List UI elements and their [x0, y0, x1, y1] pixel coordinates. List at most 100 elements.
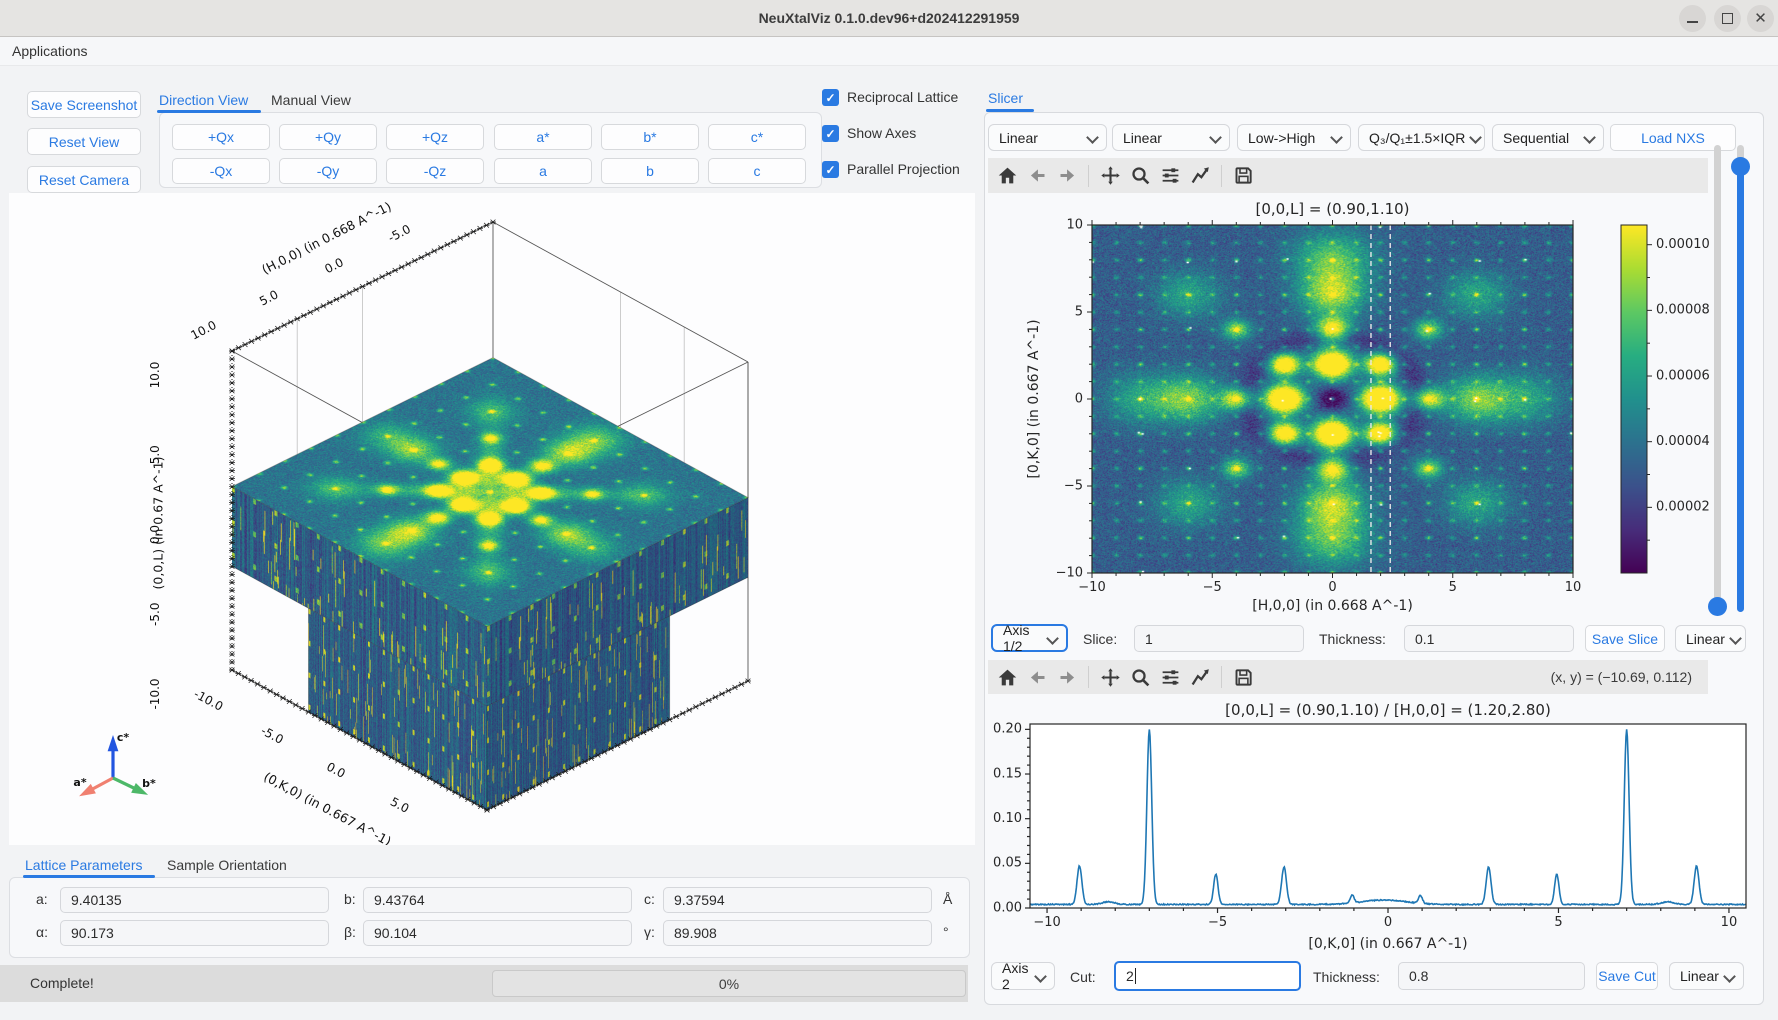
chevron-down-icon	[1583, 131, 1596, 144]
home-icon[interactable]	[992, 664, 1022, 690]
view-tab-underline	[157, 110, 261, 113]
direction-button-astar[interactable]: a*	[494, 124, 592, 150]
direction-button-minusQx[interactable]: -Qx	[172, 158, 270, 184]
checkbox-reciprocal-lattice[interactable]: ✓	[822, 89, 839, 106]
slice-scale-select[interactable]: Linear	[1675, 625, 1746, 652]
color-min-slider-track[interactable]	[1714, 145, 1721, 612]
toolbar-separator	[1221, 165, 1222, 187]
lattice-3d-viewport[interactable]	[9, 193, 975, 845]
colormap-select[interactable]: Sequential	[1492, 124, 1604, 151]
customize-icon[interactable]	[1185, 163, 1215, 189]
pan-icon[interactable]	[1095, 664, 1125, 690]
cut-scale-select[interactable]: Linear	[1669, 962, 1744, 990]
tab-slicer[interactable]: Slicer	[988, 90, 1023, 106]
chevron-down-icon	[1086, 131, 1099, 144]
lattice-param-label: β:	[344, 924, 356, 940]
back-icon[interactable]	[1022, 163, 1052, 189]
direction-button-bstar[interactable]: b*	[601, 124, 699, 150]
tab-sample-orientation[interactable]: Sample Orientation	[167, 857, 287, 873]
lattice-param-label: c:	[644, 891, 655, 907]
lattice-param-input[interactable]: 9.40135	[60, 887, 329, 913]
chevron-down-icon	[1469, 131, 1482, 144]
chevron-down-icon	[1723, 970, 1736, 983]
zoom-icon[interactable]	[1125, 664, 1155, 690]
cut-thickness-input[interactable]: 0.8	[1398, 962, 1585, 990]
tab-manual-view[interactable]: Manual View	[271, 92, 351, 108]
checkbox-label: Show Axes	[847, 125, 916, 141]
chevron-down-icon	[1046, 632, 1059, 645]
save-screenshot-button[interactable]: Save Screenshot	[27, 91, 141, 118]
titlebar: NeuXtalViz 0.1.0.dev96+d202412291959 ✕	[0, 0, 1778, 37]
forward-icon[interactable]	[1052, 163, 1082, 189]
tab-direction-view[interactable]: Direction View	[159, 92, 248, 108]
checkbox-show-axes[interactable]: ✓	[822, 125, 839, 142]
direction-button-minusQy[interactable]: -Qy	[279, 158, 377, 184]
lattice-param-label: b:	[344, 891, 356, 907]
slice-thickness-input[interactable]: 0.1	[1404, 625, 1574, 652]
home-icon[interactable]	[992, 163, 1022, 189]
lattice-unit-label: °	[943, 924, 949, 940]
direction-button-plusQz[interactable]: +Qz	[386, 124, 484, 150]
cut-axis-select[interactable]: Axis 2	[991, 962, 1055, 990]
maximize-button[interactable]	[1714, 5, 1741, 32]
tab-lattice-parameters[interactable]: Lattice Parameters	[25, 857, 143, 873]
save-icon[interactable]	[1228, 163, 1258, 189]
pan-icon[interactable]	[1095, 163, 1125, 189]
status-bar: Complete! 0%	[0, 965, 968, 1002]
slice-axis-select[interactable]: Axis 1/2	[991, 624, 1068, 652]
direction-button-plusQx[interactable]: +Qx	[172, 124, 270, 150]
save-slice-button[interactable]: Save Slice	[1585, 625, 1665, 652]
chevron-down-icon	[1034, 970, 1047, 983]
toolbar-separator	[1088, 165, 1089, 187]
menu-applications[interactable]: Applications	[12, 37, 88, 65]
lattice-param-label: a:	[36, 891, 48, 907]
checkbox-parallel-projection[interactable]: ✓	[822, 161, 839, 178]
direction-button-minusQz[interactable]: -Qz	[386, 158, 484, 184]
forward-icon[interactable]	[1052, 664, 1082, 690]
direction-button-c[interactable]: c	[708, 158, 806, 184]
progress-bar: 0%	[492, 970, 966, 997]
maximize-icon	[1722, 13, 1733, 24]
sliders-icon[interactable]	[1155, 163, 1185, 189]
checkbox-label: Parallel Projection	[847, 161, 960, 177]
close-icon: ✕	[1754, 11, 1767, 26]
zoom-icon[interactable]	[1125, 163, 1155, 189]
slice-value-input[interactable]: 1	[1134, 625, 1304, 652]
color-min-slider-handle[interactable]	[1708, 597, 1727, 616]
lattice-param-input[interactable]: 9.43764	[363, 887, 632, 913]
lattice-param-input[interactable]: 89.908	[663, 920, 932, 946]
direction-button-b[interactable]: b	[601, 158, 699, 184]
slice-scale-y-select[interactable]: Linear	[1112, 124, 1230, 151]
direction-button-cstar[interactable]: c*	[708, 124, 806, 150]
color-max-slider-fill	[1737, 166, 1744, 612]
slice-scale-x-select[interactable]: Linear	[988, 124, 1107, 151]
cut-line-plot[interactable]	[988, 700, 1758, 954]
sliders-icon[interactable]	[1155, 664, 1185, 690]
direction-button-a[interactable]: a	[494, 158, 592, 184]
chevron-down-icon	[1209, 131, 1222, 144]
minimize-button[interactable]	[1679, 5, 1706, 32]
direction-button-plusQy[interactable]: +Qy	[279, 124, 377, 150]
progress-value: 0%	[719, 976, 739, 992]
cursor-coordinates-readout: (x, y) = (−10.69, 0.112)	[1551, 669, 1692, 685]
save-icon[interactable]	[1228, 664, 1258, 690]
reset-camera-button[interactable]: Reset Camera	[27, 166, 141, 193]
slice-thickness-label: Thickness:	[1319, 631, 1386, 647]
status-message: Complete!	[30, 975, 94, 991]
customize-icon[interactable]	[1185, 664, 1215, 690]
save-cut-button[interactable]: Save Cut	[1596, 962, 1658, 990]
cut-value-input[interactable]: 2	[1114, 961, 1301, 991]
checkbox-label: Reciprocal Lattice	[847, 89, 958, 105]
reset-view-button[interactable]: Reset View	[27, 128, 141, 155]
lattice-param-input[interactable]: 90.104	[363, 920, 632, 946]
lattice-param-input[interactable]: 9.37594	[663, 887, 932, 913]
back-icon[interactable]	[1022, 664, 1052, 690]
close-button[interactable]: ✕	[1747, 5, 1774, 32]
clim-method-select[interactable]: Q₃/Q₁±1.5×IQR	[1358, 124, 1485, 151]
lattice-param-label: γ:	[644, 924, 655, 940]
lattice-param-input[interactable]: 90.173	[60, 920, 329, 946]
color-max-slider-handle[interactable]	[1731, 157, 1750, 176]
slice-heatmap-plot[interactable]	[988, 196, 1712, 620]
sort-order-select[interactable]: Low->High	[1237, 124, 1351, 151]
slice-label: Slice:	[1083, 631, 1117, 647]
